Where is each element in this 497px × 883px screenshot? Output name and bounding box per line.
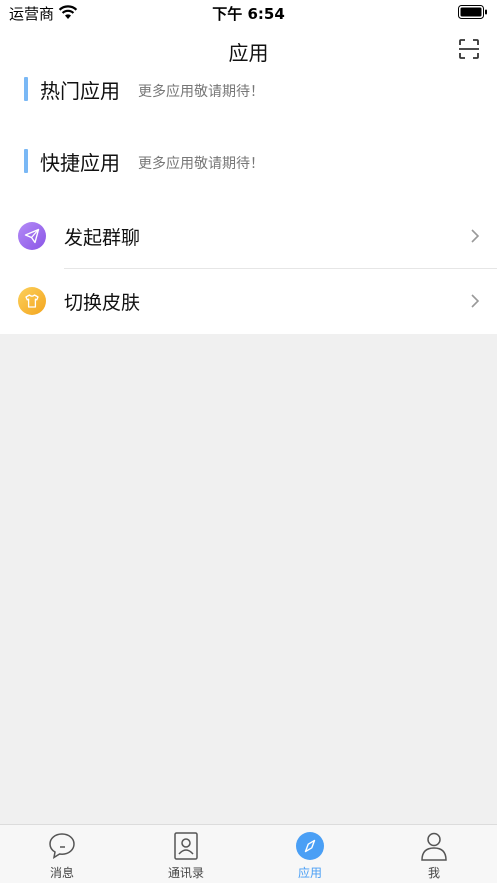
tab-label: 消息 xyxy=(49,866,74,880)
tab-apps[interactable]: 应用 xyxy=(248,825,372,883)
chevron-right-icon xyxy=(471,294,480,308)
menu-item-label: 切换皮肤 xyxy=(64,291,141,314)
contacts-icon xyxy=(174,832,198,860)
page-title: 应用 xyxy=(228,41,269,65)
menu-list: 发起群聊 切换皮肤 xyxy=(0,204,497,334)
status-bar: 运营商 下午 6:54 xyxy=(0,0,497,26)
menu-item-label: 发起群聊 xyxy=(64,226,141,249)
section-title: 热门应用 xyxy=(40,78,120,103)
tab-bar: 消息 通讯录 应用 我 xyxy=(0,824,497,883)
chat-bubble-icon xyxy=(49,833,75,860)
menu-item-switch-skin[interactable]: 切换皮肤 xyxy=(0,269,497,333)
nav-bar: 应用 xyxy=(0,26,497,74)
clock: 下午 6:54 xyxy=(212,5,285,23)
chevron-right-icon xyxy=(471,229,480,243)
scan-icon[interactable] xyxy=(457,37,481,61)
battery-icon xyxy=(458,5,487,19)
tab-contacts[interactable]: 通讯录 xyxy=(124,825,248,883)
tab-label: 通讯录 xyxy=(167,866,204,880)
compass-icon xyxy=(296,832,324,860)
section-quick-apps: 快捷应用 更多应用敬请期待！ xyxy=(24,148,264,175)
tab-me[interactable]: 我 xyxy=(372,825,496,883)
person-icon xyxy=(421,832,447,861)
section-accent-bar xyxy=(24,149,28,173)
tab-messages[interactable]: 消息 xyxy=(0,825,124,883)
app-sections: 热门应用 更多应用敬请期待！ 快捷应用 更多应用敬请期待！ xyxy=(0,74,497,204)
section-subtitle: 更多应用敬请期待！ xyxy=(138,156,264,172)
section-hot-apps: 热门应用 更多应用敬请期待！ xyxy=(24,76,264,103)
section-accent-bar xyxy=(24,77,28,101)
section-title: 快捷应用 xyxy=(40,150,120,175)
tshirt-icon xyxy=(18,287,46,315)
paper-plane-icon xyxy=(18,222,46,250)
section-subtitle: 更多应用敬请期待！ xyxy=(138,84,264,100)
tab-label: 应用 xyxy=(297,866,322,880)
menu-item-start-group-chat[interactable]: 发起群聊 xyxy=(0,204,497,269)
tab-label: 我 xyxy=(427,866,440,880)
